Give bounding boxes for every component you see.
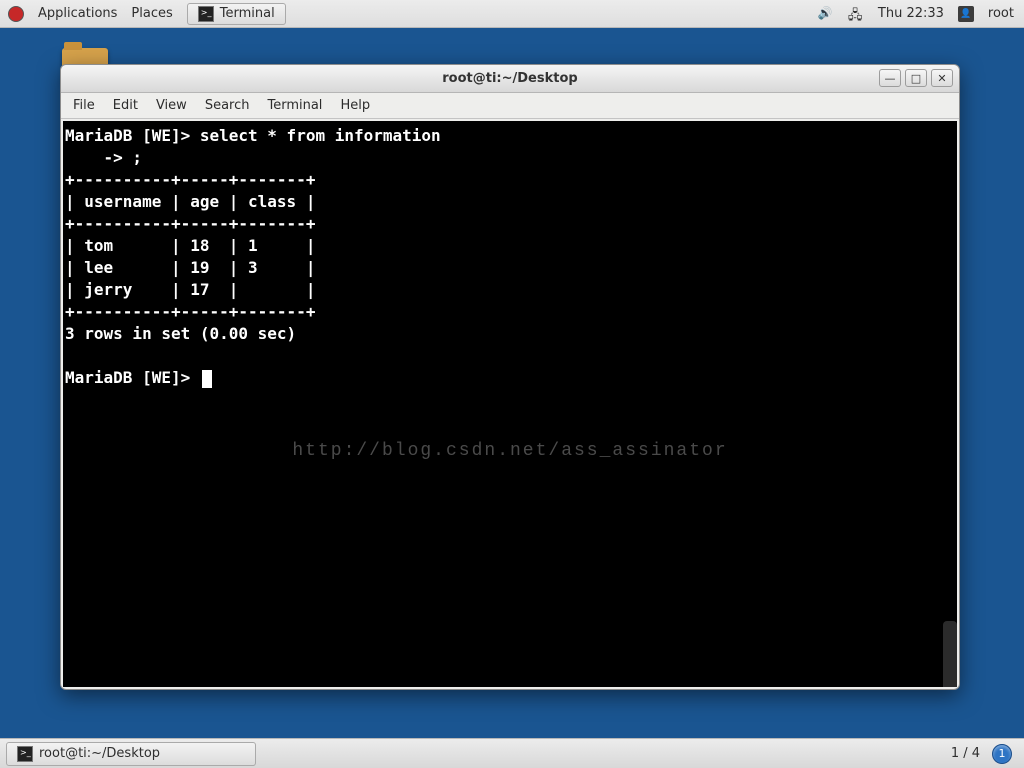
window-title: root@ti:~/Desktop xyxy=(61,71,959,86)
bottom-panel: root@ti:~/Desktop 1 / 4 1 xyxy=(0,738,1024,768)
distro-icon xyxy=(8,6,24,22)
menu-help[interactable]: Help xyxy=(340,98,370,113)
workspace-pager-label: 1 / 4 xyxy=(951,746,980,761)
menu-terminal[interactable]: Terminal xyxy=(267,98,322,113)
maximize-button[interactable]: □ xyxy=(905,69,927,87)
taskbar-item[interactable]: root@ti:~/Desktop xyxy=(6,742,256,766)
menu-file[interactable]: File xyxy=(73,98,95,113)
panel-active-app[interactable]: Terminal xyxy=(187,3,286,25)
volume-icon[interactable] xyxy=(818,6,834,22)
user-icon: 👤 xyxy=(958,6,974,22)
top-panel: Applications Places Terminal Thu 22:33 👤… xyxy=(0,0,1024,28)
menu-view[interactable]: View xyxy=(156,98,187,113)
terminal-cursor xyxy=(202,370,212,388)
terminal-viewport[interactable]: MariaDB [WE]> select * from information … xyxy=(63,121,957,687)
user-label[interactable]: root xyxy=(988,6,1014,21)
taskbar-item-label: root@ti:~/Desktop xyxy=(39,746,160,761)
terminal-icon xyxy=(198,6,214,22)
terminal-output: MariaDB [WE]> select * from information … xyxy=(63,121,957,393)
window-titlebar[interactable]: root@ti:~/Desktop — □ ✕ xyxy=(61,65,959,93)
terminal-icon xyxy=(17,746,33,762)
network-icon[interactable] xyxy=(848,6,864,22)
terminal-window: root@ti:~/Desktop — □ ✕ File Edit View S… xyxy=(60,64,960,690)
scrollbar-thumb[interactable] xyxy=(943,621,957,687)
close-button[interactable]: ✕ xyxy=(931,69,953,87)
menu-search[interactable]: Search xyxy=(205,98,250,113)
menu-places[interactable]: Places xyxy=(131,6,172,21)
watermark-text: http://blog.csdn.net/ass_assinator xyxy=(292,441,727,461)
menu-applications[interactable]: Applications xyxy=(38,6,117,21)
workspace-badge[interactable]: 1 xyxy=(992,744,1012,764)
menu-edit[interactable]: Edit xyxy=(113,98,138,113)
clock[interactable]: Thu 22:33 xyxy=(878,6,944,21)
active-app-label: Terminal xyxy=(220,6,275,21)
minimize-button[interactable]: — xyxy=(879,69,901,87)
window-menubar: File Edit View Search Terminal Help xyxy=(61,93,959,119)
